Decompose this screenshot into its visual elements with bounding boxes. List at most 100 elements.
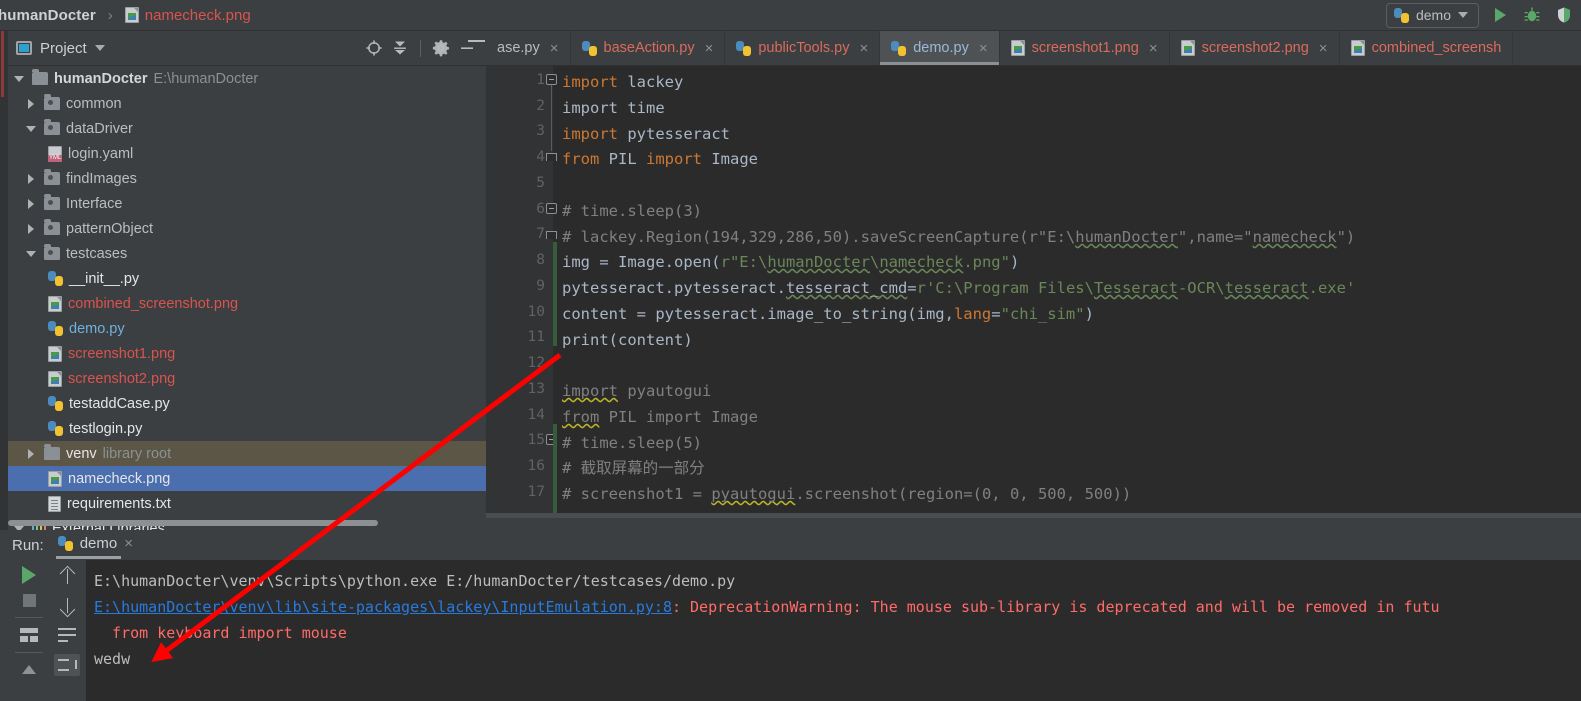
project-tree[interactable]: humanDocter E:\humanDocter common dataDr…: [8, 66, 486, 536]
close-icon[interactable]: [705, 40, 714, 57]
console-link[interactable]: E:\humanDocter\venv\lib\site-packages\la…: [94, 598, 672, 616]
source-folder-icon: [44, 169, 60, 185]
tree-node-findImages[interactable]: findImages: [8, 166, 486, 191]
close-icon[interactable]: [1149, 40, 1158, 57]
tree-node-namecheck-png[interactable]: namecheck.png: [8, 466, 486, 491]
tree-node-login-yaml[interactable]: login.yaml: [8, 141, 486, 166]
gear-icon[interactable]: [430, 37, 452, 59]
chevron-right-icon[interactable]: [26, 198, 38, 210]
tab-baseAction-py[interactable]: baseAction.py: [571, 31, 726, 65]
locate-icon[interactable]: [363, 37, 385, 59]
tree-node-common[interactable]: common: [8, 91, 486, 116]
tree-node-screenshot1-png[interactable]: screenshot1.png: [8, 341, 486, 366]
breadcrumb-project[interactable]: humanDocter: [0, 7, 96, 24]
yaml-file-icon: [48, 145, 63, 162]
fold-marker-icon[interactable]: [546, 231, 557, 239]
tab-ase-py[interactable]: ase.py: [486, 31, 571, 65]
tree-node-testlogin-py[interactable]: testlogin.py: [8, 416, 486, 441]
tree-node-requirements-txt[interactable]: requirements.txt: [8, 491, 486, 516]
code-line: pytesseract.pytesseract.tesseract_cmd=r'…: [562, 279, 1356, 297]
tree-node-demo-py[interactable]: demo.py: [8, 316, 486, 341]
close-icon[interactable]: [124, 535, 133, 552]
tree-node-dataDriver[interactable]: dataDriver: [8, 116, 486, 141]
tab-publicTools-py[interactable]: publicTools.py: [725, 31, 881, 65]
layout-icon[interactable]: [20, 628, 38, 642]
console-line: wedw: [94, 650, 131, 668]
image-file-icon: [48, 345, 62, 362]
close-icon[interactable]: [859, 40, 868, 57]
tab-screenshot2-png[interactable]: screenshot2.png: [1170, 31, 1340, 65]
tree-node-Interface[interactable]: Interface: [8, 191, 486, 216]
run-console-output[interactable]: E:\humanDocter\venv\Scripts\python.exe E…: [86, 560, 1581, 701]
chevron-down-icon[interactable]: [26, 123, 38, 135]
code-editor[interactable]: 1 2 3 4 5 6 7 8 9 10 11 12 13 14 15 16 1…: [486, 66, 1581, 518]
scroll-to-end-icon[interactable]: [54, 654, 80, 676]
console-warning-text: : DeprecationWarning: The mouse sub-libr…: [671, 598, 1440, 616]
tree-node-humanDocter[interactable]: humanDocter E:\humanDocter: [8, 66, 486, 91]
run-tab-demo[interactable]: demo: [55, 535, 133, 559]
rerun-icon[interactable]: [22, 566, 36, 584]
tree-node-patternObject[interactable]: patternObject: [8, 216, 486, 241]
pin-icon[interactable]: [21, 663, 37, 681]
debug-bug-icon[interactable]: [1521, 4, 1543, 26]
down-arrow-icon[interactable]: [60, 597, 75, 616]
fold-marker-icon[interactable]: [546, 153, 557, 161]
code-line: img = Image.open(r"E:\humanDocter\namech…: [562, 253, 1020, 271]
tree-node-venv[interactable]: venv library root: [8, 441, 486, 466]
close-icon[interactable]: [979, 40, 988, 57]
python-file-icon: [48, 271, 63, 286]
breadcrumb-bar: humanDocter › namecheck.png demo: [0, 0, 1581, 31]
source-folder-icon: [44, 94, 60, 110]
breadcrumb-file[interactable]: namecheck.png: [145, 7, 251, 24]
close-icon[interactable]: [550, 40, 559, 57]
code-line: from PIL import Image: [562, 408, 758, 426]
change-marker[interactable]: [553, 242, 557, 346]
python-file-icon: [48, 421, 63, 436]
tree-node-label: testlogin.py: [69, 420, 143, 437]
code-text[interactable]: import lackey import time import pytesse…: [562, 66, 1581, 518]
image-file-icon: [124, 7, 139, 23]
up-arrow-icon[interactable]: [60, 566, 75, 585]
editor-gutter[interactable]: 1 2 3 4 5 6 7 8 9 10 11 12 13 14 15 16 1…: [486, 66, 557, 518]
close-icon[interactable]: [1319, 40, 1328, 57]
toolbar-divider: [420, 39, 421, 57]
chevron-down-icon[interactable]: [26, 248, 38, 260]
stop-icon[interactable]: [22, 594, 36, 607]
change-marker[interactable]: [553, 424, 557, 518]
chevron-right-icon[interactable]: [26, 223, 38, 235]
fold-marker-icon[interactable]: [546, 74, 557, 85]
project-title[interactable]: Project: [16, 40, 105, 57]
fold-marker-icon[interactable]: [546, 203, 557, 214]
chevron-down-icon[interactable]: [14, 73, 26, 85]
run-actions-toolbar: [8, 560, 50, 701]
tree-node-testcases[interactable]: testcases: [8, 241, 486, 266]
run-configuration-selector[interactable]: demo: [1385, 2, 1479, 28]
tab-combined-screenshot-png[interactable]: combined_screensh: [1340, 31, 1514, 65]
tree-node-init-py[interactable]: __init__.py: [8, 266, 486, 291]
tab-label: combined_screensh: [1371, 40, 1502, 56]
run-with-coverage-icon[interactable]: [1553, 4, 1575, 26]
console-actions-toolbar: [48, 560, 86, 701]
chevron-right-icon[interactable]: [26, 448, 38, 460]
folder-icon: [32, 69, 48, 85]
chevron-right-icon[interactable]: [26, 98, 38, 110]
project-title-label: Project: [40, 39, 87, 57]
collapse-all-icon[interactable]: [389, 37, 411, 59]
tree-node-testaddCase-py[interactable]: testaddCase.py: [8, 391, 486, 416]
soft-wrap-icon[interactable]: [58, 628, 76, 642]
project-tree-horizontal-scrollbar[interactable]: [8, 520, 378, 526]
line-number: 16: [527, 458, 545, 474]
tab-demo-py[interactable]: demo.py: [880, 31, 1000, 65]
run-window-label: Run:: [12, 536, 44, 554]
editor-horizontal-scrollbar[interactable]: [486, 513, 1581, 518]
run-play-icon[interactable]: [1489, 4, 1511, 26]
tab-screenshot1-png[interactable]: screenshot1.png: [1000, 31, 1170, 65]
hide-editor-icon[interactable]: [468, 40, 485, 42]
tree-node-combined-screenshot-png[interactable]: combined_screenshot.png: [8, 291, 486, 316]
tree-node-screenshot2-png[interactable]: screenshot2.png: [8, 366, 486, 391]
chevron-down-icon[interactable]: [94, 45, 105, 51]
code-line: import time: [562, 99, 665, 117]
console-line: from keyboard import mouse: [94, 624, 347, 642]
line-number: 10: [527, 304, 545, 320]
chevron-right-icon[interactable]: [26, 173, 38, 185]
